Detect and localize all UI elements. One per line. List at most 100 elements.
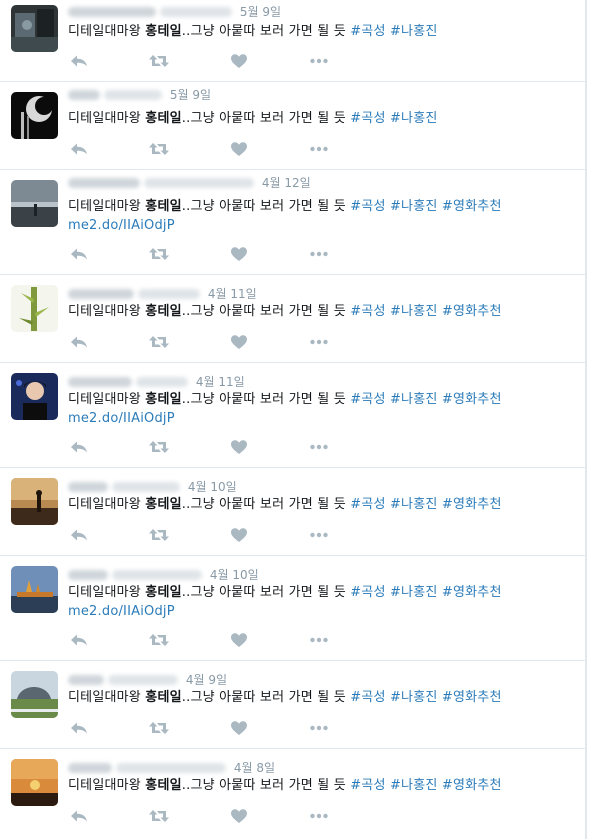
more-icon[interactable]: [308, 333, 330, 351]
retweet-icon[interactable]: [148, 807, 170, 825]
more-icon[interactable]: [308, 631, 330, 649]
reply-icon[interactable]: [68, 52, 90, 70]
user-handle[interactable]: [112, 569, 202, 580]
retweet-icon[interactable]: [148, 245, 170, 263]
retweet-icon[interactable]: [148, 438, 170, 456]
tweet-link[interactable]: me2.do/IIAiOdjP: [68, 604, 175, 619]
hashtag[interactable]: #나홍진: [390, 24, 438, 39]
hashtag[interactable]: #나홍진: [390, 778, 438, 793]
tweet-link[interactable]: me2.do/IIAiOdjP: [68, 218, 175, 233]
reply-icon[interactable]: [68, 807, 90, 825]
user-name[interactable]: [68, 89, 100, 100]
user-name[interactable]: [68, 177, 140, 188]
user-name[interactable]: [68, 569, 108, 580]
user-name[interactable]: [68, 762, 112, 773]
hashtag[interactable]: #곡성: [350, 199, 385, 214]
retweet-icon[interactable]: [148, 526, 170, 544]
reply-icon[interactable]: [68, 719, 90, 737]
hashtag[interactable]: #곡성: [350, 778, 385, 793]
user-name[interactable]: [68, 674, 104, 685]
hashtag[interactable]: #영화추천: [442, 392, 502, 407]
hashtag[interactable]: #나홍진: [390, 497, 438, 512]
hashtag[interactable]: #나홍진: [390, 392, 438, 407]
hashtag[interactable]: #나홍진: [390, 199, 438, 214]
reply-icon[interactable]: [68, 526, 90, 544]
avatar[interactable]: [11, 671, 58, 718]
heart-icon[interactable]: [228, 52, 250, 70]
retweet-icon[interactable]: [148, 140, 170, 158]
more-icon[interactable]: [308, 438, 330, 456]
hashtag[interactable]: #영화추천: [442, 585, 502, 600]
hashtag[interactable]: #나홍진: [390, 304, 438, 319]
avatar[interactable]: [11, 5, 58, 52]
user-name[interactable]: [68, 481, 108, 492]
more-icon[interactable]: [308, 719, 330, 737]
avatar[interactable]: [11, 566, 58, 613]
reply-icon[interactable]: [68, 140, 90, 158]
hashtag[interactable]: #곡성: [350, 690, 385, 705]
avatar[interactable]: [11, 92, 58, 139]
tweet-date[interactable]: 4월 12일: [262, 176, 311, 190]
heart-icon[interactable]: [228, 807, 250, 825]
more-icon[interactable]: [308, 526, 330, 544]
tweet-date[interactable]: 4월 10일: [210, 568, 259, 582]
retweet-icon[interactable]: [148, 52, 170, 70]
user-handle[interactable]: [104, 89, 162, 100]
reply-icon[interactable]: [68, 333, 90, 351]
hashtag[interactable]: #영화추천: [442, 304, 502, 319]
hashtag[interactable]: #나홍진: [390, 585, 438, 600]
hashtag[interactable]: #곡성: [350, 111, 385, 126]
tweet-date[interactable]: 4월 10일: [188, 480, 237, 494]
hashtag[interactable]: #곡성: [350, 24, 385, 39]
hashtag[interactable]: #곡성: [350, 585, 385, 600]
retweet-icon[interactable]: [148, 631, 170, 649]
user-handle[interactable]: [112, 481, 180, 492]
more-icon[interactable]: [308, 807, 330, 825]
more-icon[interactable]: [308, 52, 330, 70]
user-handle[interactable]: [108, 674, 178, 685]
heart-icon[interactable]: [228, 719, 250, 737]
avatar[interactable]: [11, 180, 58, 227]
hashtag[interactable]: #영화추천: [442, 690, 502, 705]
hashtag[interactable]: #영화추천: [442, 778, 502, 793]
tweet-link[interactable]: me2.do/IIAiOdjP: [68, 411, 175, 426]
retweet-icon[interactable]: [148, 719, 170, 737]
avatar[interactable]: [11, 759, 58, 806]
user-name[interactable]: [68, 6, 156, 17]
heart-icon[interactable]: [228, 438, 250, 456]
hashtag[interactable]: #곡성: [350, 304, 385, 319]
tweet-date[interactable]: 4월 8일: [234, 761, 275, 775]
tweet-date[interactable]: 4월 11일: [208, 287, 257, 301]
heart-icon[interactable]: [228, 333, 250, 351]
user-name[interactable]: [68, 288, 134, 299]
user-handle[interactable]: [116, 762, 226, 773]
reply-icon[interactable]: [68, 631, 90, 649]
hashtag[interactable]: #나홍진: [390, 111, 438, 126]
avatar[interactable]: [11, 285, 58, 332]
hashtag[interactable]: #영화추천: [442, 199, 502, 214]
reply-icon[interactable]: [68, 245, 90, 263]
heart-icon[interactable]: [228, 140, 250, 158]
hashtag[interactable]: #곡성: [350, 392, 385, 407]
user-handle[interactable]: [160, 6, 232, 17]
more-icon[interactable]: [308, 140, 330, 158]
user-handle[interactable]: [144, 177, 254, 188]
heart-icon[interactable]: [228, 526, 250, 544]
tweet-date[interactable]: 4월 9일: [186, 673, 227, 687]
reply-icon[interactable]: [68, 438, 90, 456]
user-name[interactable]: [68, 376, 132, 387]
more-icon[interactable]: [308, 245, 330, 263]
hashtag[interactable]: #영화추천: [442, 497, 502, 512]
hashtag[interactable]: #나홍진: [390, 690, 438, 705]
heart-icon[interactable]: [228, 245, 250, 263]
hashtag[interactable]: #곡성: [350, 497, 385, 512]
retweet-icon[interactable]: [148, 333, 170, 351]
avatar[interactable]: [11, 478, 58, 525]
tweet-date[interactable]: 5월 9일: [240, 5, 281, 19]
heart-icon[interactable]: [228, 631, 250, 649]
avatar[interactable]: [11, 373, 58, 420]
tweet-date[interactable]: 5월 9일: [170, 88, 211, 102]
user-handle[interactable]: [138, 288, 200, 299]
tweet-date[interactable]: 4월 11일: [196, 375, 245, 389]
user-handle[interactable]: [136, 376, 188, 387]
